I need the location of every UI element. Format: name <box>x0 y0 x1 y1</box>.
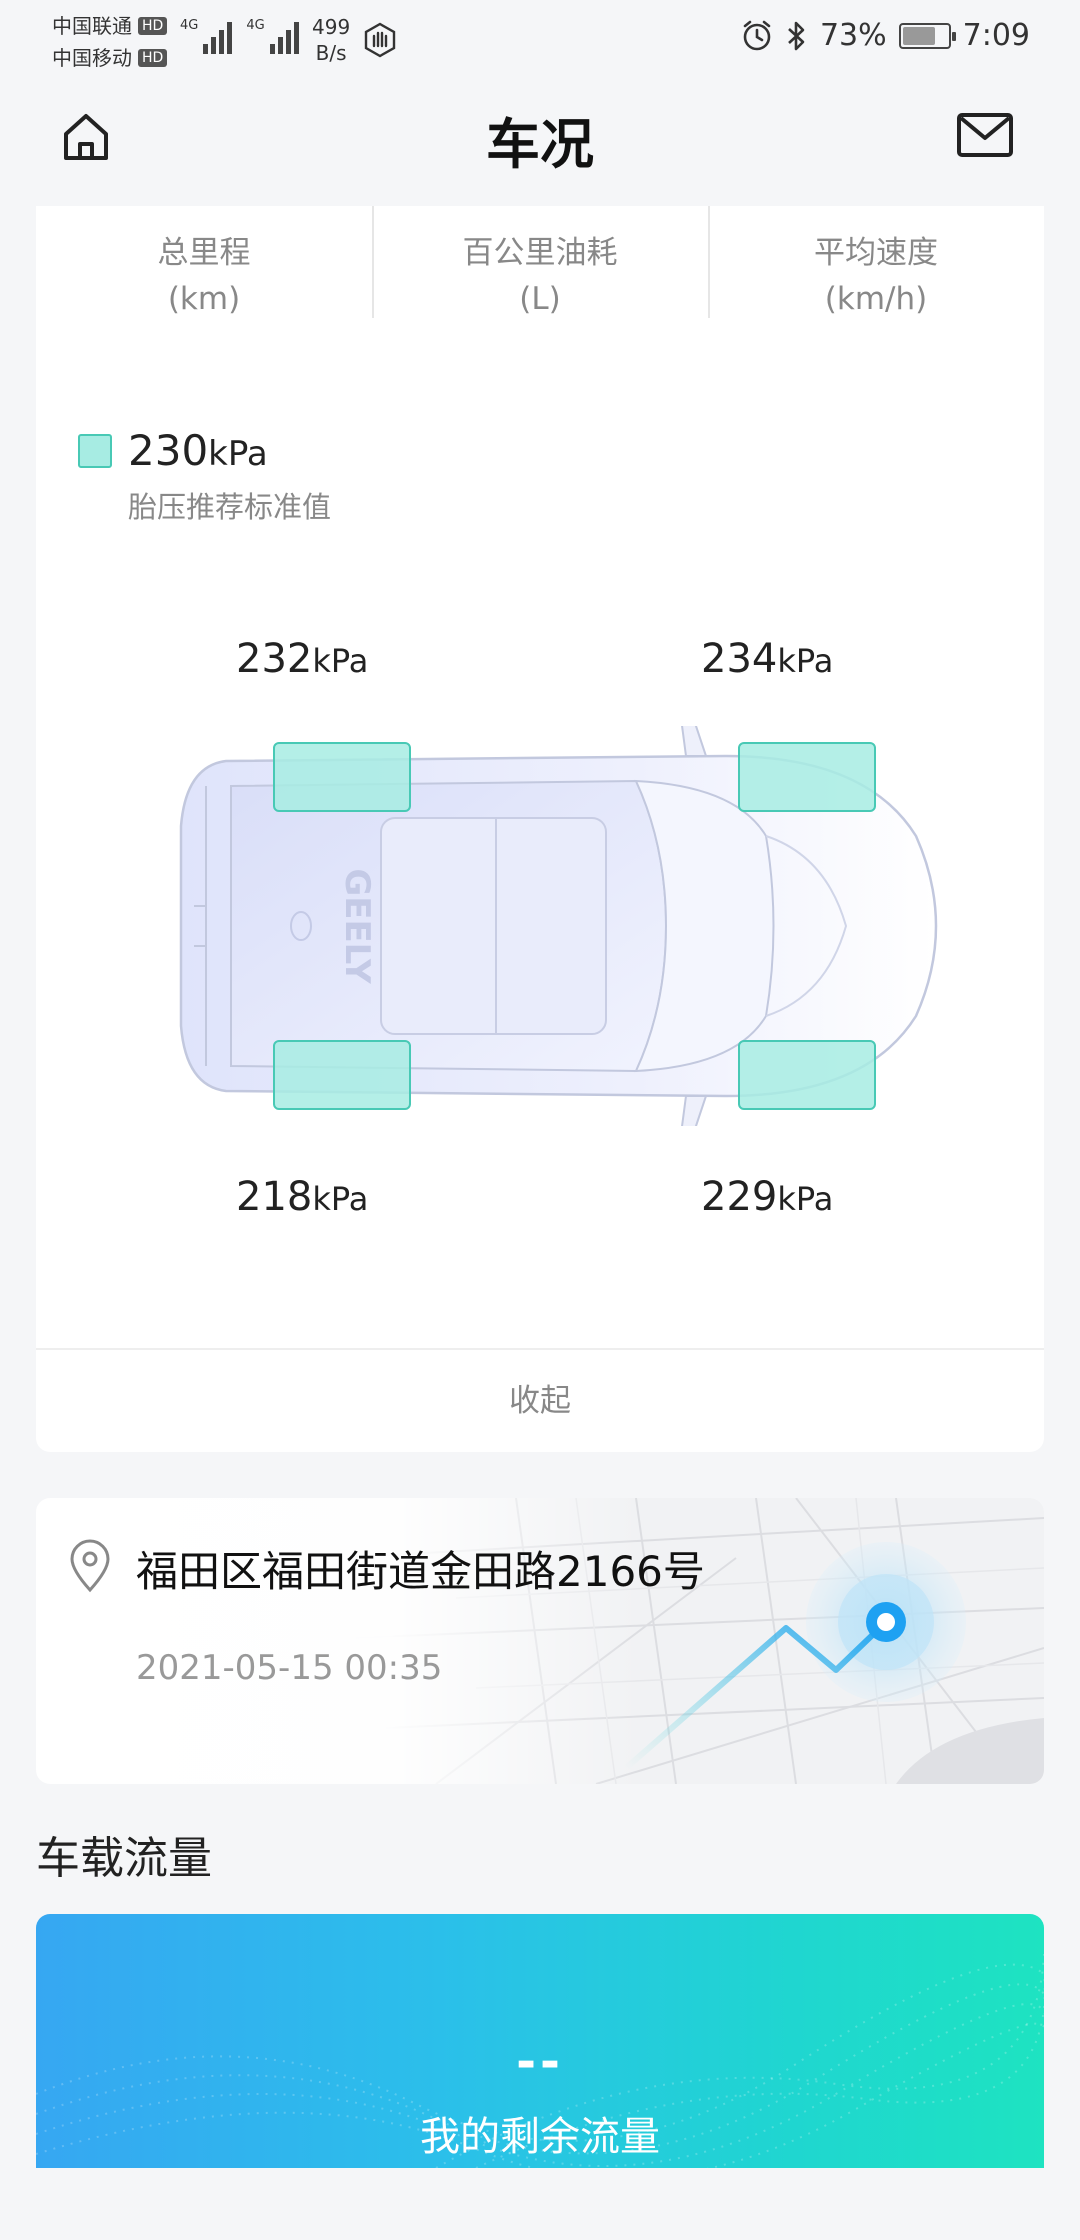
stat-label: 百公里油耗 <box>462 235 618 271</box>
legend-swatch <box>78 434 112 468</box>
brand-wordmark: GEELY <box>337 868 377 984</box>
stat-label: 平均速度 <box>814 235 938 271</box>
tire-pressure-rear-left: 232kPa <box>236 636 368 682</box>
tire-value: 218 <box>236 1174 313 1220</box>
app-header: 车况 <box>0 80 1080 210</box>
pressure-unit: kPa <box>777 642 834 680</box>
pressure-unit: kPa <box>208 434 268 474</box>
tire-value: 232 <box>236 636 313 682</box>
stat-unit: (km) <box>167 281 241 317</box>
battery-fill <box>902 26 935 45</box>
section-title-data-flow: 车载流量 <box>36 1833 212 1884</box>
net-speed-value: 499 <box>312 15 351 39</box>
remaining-data-value: -- <box>516 2034 564 2090</box>
stat-unit: (km/h) <box>824 281 928 317</box>
stat-fuel-consumption[interactable]: 百公里油耗 (L) <box>372 206 708 318</box>
stat-total-mileage[interactable]: 总里程 (km) <box>36 206 372 318</box>
tire-pressure-front-left: 234kPa <box>701 636 833 682</box>
hand-icon <box>364 22 396 58</box>
carrier-2: 中国移动 <box>52 46 132 70</box>
hd-badge: HD <box>138 49 168 67</box>
bluetooth-icon <box>788 21 805 50</box>
vehicle-location-card[interactable]: 福田区福田街道金田路2166号 2021-05-15 00:35 <box>36 1498 1044 1784</box>
net-speed-unit: B/s <box>315 41 347 65</box>
collapse-button[interactable]: 收起 <box>36 1350 1044 1452</box>
pressure-unit: kPa <box>777 1180 834 1218</box>
vehicle-status-card: 总里程 (km) 百公里油耗 (L) 平均速度 (km/h) 230kPa 胎压… <box>36 206 1044 1452</box>
carrier-info: 中国联通 HD 中国移动 HD <box>52 10 168 74</box>
carrier-1: 中国联通 <box>52 14 132 38</box>
battery-percent: 73% <box>819 18 887 53</box>
car-top-view: GEELY <box>179 726 938 1126</box>
page-title: 车况 <box>486 113 594 176</box>
pressure-unit: kPa <box>312 642 369 680</box>
tire-value: 229 <box>701 1174 778 1220</box>
tire-pressure-rear-right: 218kPa <box>236 1174 368 1220</box>
recommended-pressure: 230kPa <box>128 426 268 475</box>
stat-average-speed[interactable]: 平均速度 (km/h) <box>708 206 1044 318</box>
remaining-data-label: 我的剩余流量 <box>420 2114 660 2160</box>
stats-row: 总里程 (km) 百公里油耗 (L) 平均速度 (km/h) <box>36 206 1044 318</box>
battery-icon <box>898 22 956 49</box>
mail-icon[interactable] <box>956 112 1014 158</box>
hd-badge: HD <box>138 17 168 35</box>
stat-unit: (L) <box>519 281 561 317</box>
status-bar: 中国联通 HD 中国移动 HD 4G 4G 499 B/s 73% 7:09 <box>0 0 1080 80</box>
tire-value: 234 <box>701 636 778 682</box>
net-speed: 499 B/s <box>312 14 350 66</box>
tire-rear-right <box>273 1040 411 1110</box>
signal-icon: 4G <box>246 18 299 54</box>
tire-front-right <box>738 1040 876 1110</box>
clock: 7:09 <box>962 18 1030 53</box>
signal-icon: 4G <box>180 18 233 54</box>
data-flow-card[interactable]: -- 我的剩余流量 <box>36 1914 1044 2168</box>
alarm-icon <box>743 20 771 50</box>
tire-rear-left <box>273 742 411 812</box>
signal-strength: 4G 4G <box>180 18 299 54</box>
status-right: 73% 7:09 <box>740 18 1030 53</box>
network-type: 4G <box>180 18 199 33</box>
location-timestamp: 2021-05-15 00:35 <box>136 1648 443 1688</box>
tire-front-left <box>738 742 876 812</box>
recommended-pressure-label: 胎压推荐标准值 <box>128 490 332 524</box>
stat-label: 总里程 <box>157 235 251 271</box>
recommended-pressure-value: 230 <box>128 426 209 475</box>
location-pin-icon <box>70 1539 110 1593</box>
tire-pressure-front-right: 229kPa <box>701 1174 833 1220</box>
vehicle-address: 福田区福田街道金田路2166号 <box>136 1547 705 1596</box>
pressure-unit: kPa <box>312 1180 369 1218</box>
network-type: 4G <box>246 18 265 33</box>
